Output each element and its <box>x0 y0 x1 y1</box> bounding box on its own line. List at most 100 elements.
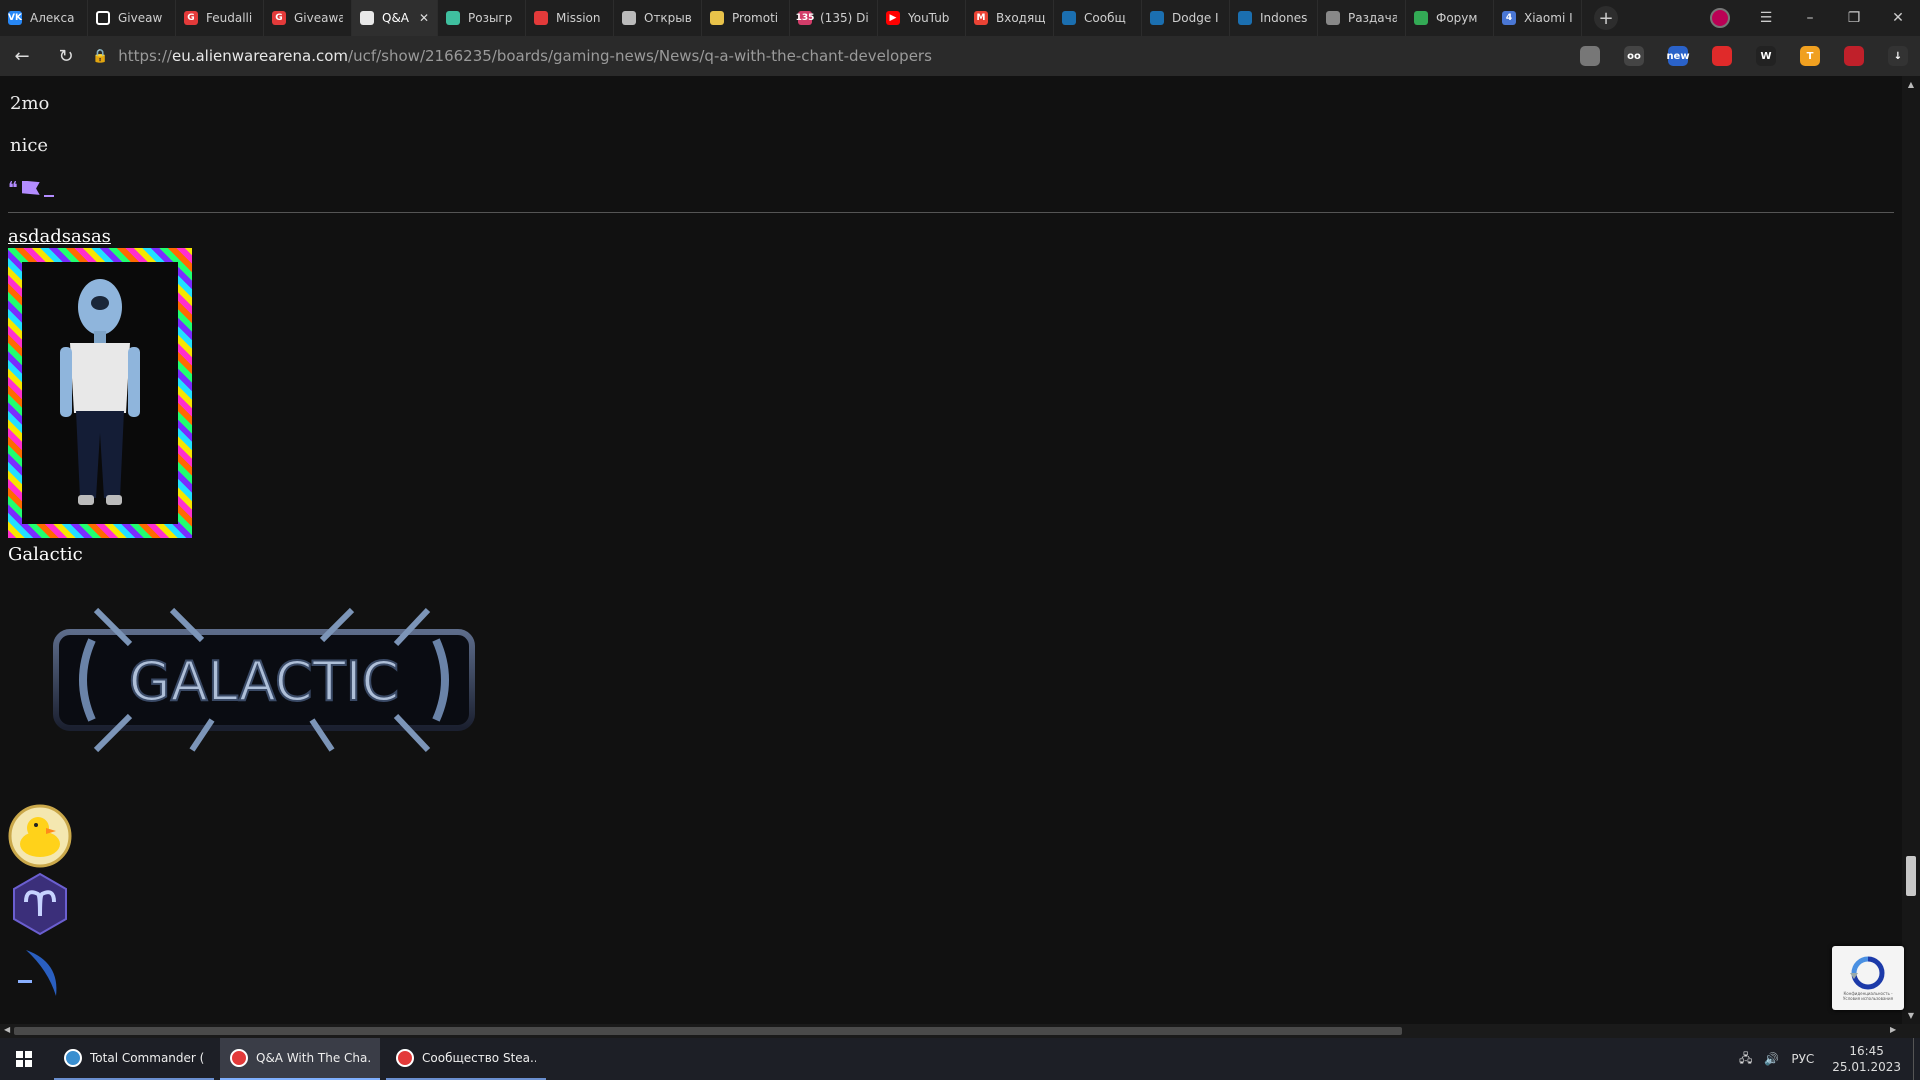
minimize-button[interactable]: – <box>1788 10 1832 26</box>
hand-icon-glyph <box>1712 46 1732 66</box>
tab-9[interactable]: 135 (135) Di <box>790 0 878 36</box>
tab-title: Mission <box>556 11 601 25</box>
tab-0[interactable]: VK Алекса <box>0 0 88 36</box>
tab-title: Открыв <box>644 11 692 25</box>
tab-title: Алекса <box>30 11 75 25</box>
red-extension-icon[interactable] <box>1832 46 1876 66</box>
address-bar[interactable]: https://eu.alienwarearena.com/ucf/show/2… <box>118 47 932 65</box>
horizontal-scrollbar[interactable]: ◀ ▶ <box>0 1024 1920 1038</box>
browser-tab-strip: VK Алекса Giveaw G Feudalli G Giveawa Q&A ✕ Розыг… <box>0 0 1920 36</box>
yandex-browser-icon <box>396 1049 414 1067</box>
tab-17[interactable]: 4 Xiaomi I <box>1494 0 1582 36</box>
back-button[interactable]: ← <box>0 46 44 67</box>
menu-icon[interactable]: ☰ <box>1744 10 1788 26</box>
vertical-scrollbar[interactable]: ▲ ▼ <box>1902 76 1920 1024</box>
scroll-up-arrow[interactable]: ▲ <box>1902 80 1920 89</box>
aries-trophy-icon[interactable] <box>8 872 72 936</box>
steam-icon <box>1062 11 1076 25</box>
taskbar-app-label: Сообщество Stea... <box>422 1051 536 1065</box>
volume-icon[interactable]: 🔊 <box>1764 1052 1779 1066</box>
tab-4[interactable]: Q&A ✕ <box>352 0 438 36</box>
mountain-icon <box>534 11 548 25</box>
four-icon: 4 <box>1502 11 1516 25</box>
show-desktop-button[interactable] <box>1913 1038 1920 1080</box>
taskbar-app-label: Total Commander (... <box>90 1051 204 1065</box>
scroll-left-arrow[interactable]: ◀ <box>4 1025 10 1034</box>
tab-14[interactable]: Indones <box>1230 0 1318 36</box>
vertical-scroll-thumb[interactable] <box>1906 856 1916 896</box>
reload-button[interactable]: ↻ <box>44 46 88 67</box>
mask-icon[interactable]: oo <box>1612 46 1656 66</box>
url-domain: eu.alienwarearena.com <box>171 47 349 65</box>
post-age: 2mo <box>10 93 50 114</box>
tab-11[interactable]: M Входящ <box>966 0 1054 36</box>
leaf-icon <box>1414 11 1428 25</box>
youtube-icon: ▶ <box>886 11 900 25</box>
tab-13[interactable]: Dodge I <box>1142 0 1230 36</box>
lock-icon[interactable]: 🔒 <box>92 49 108 64</box>
tab-title: Раздача <box>1348 11 1397 25</box>
tab-7[interactable]: Открыв <box>614 0 702 36</box>
clock[interactable]: 16:45 25.01.2023 <box>1832 1043 1901 1075</box>
close-tab-icon[interactable]: ✕ <box>419 11 429 25</box>
profile-avatar-icon[interactable] <box>1710 8 1730 28</box>
bookmark-icon[interactable] <box>1568 46 1612 66</box>
report-flag-icon[interactable] <box>21 180 40 195</box>
network-icon[interactable]: 🖧 <box>1739 1049 1752 1070</box>
tab-1[interactable]: Giveaw <box>88 0 176 36</box>
taskbar-app-2[interactable]: Сообщество Stea... <box>386 1038 546 1080</box>
start-button[interactable] <box>0 1038 48 1080</box>
w-icon[interactable]: W <box>1744 46 1788 66</box>
t-icon-glyph: T <box>1800 46 1820 66</box>
extension-toolbar: oo new W T ↓ <box>1568 36 1920 76</box>
username-link[interactable]: asdadsasas <box>8 226 111 247</box>
t-icon[interactable]: T <box>1788 46 1832 66</box>
scroll-right-arrow[interactable]: ▶ <box>1890 1025 1896 1034</box>
quote-icon[interactable]: ❝ <box>8 178 18 199</box>
recaptcha-badge[interactable]: Конфиденциальность - Условия использован… <box>1832 946 1904 1010</box>
tab-6[interactable]: Mission <box>526 0 614 36</box>
tab-2[interactable]: G Feudalli <box>176 0 264 36</box>
steam-icon <box>1238 11 1252 25</box>
tab-title: Форум <box>1436 11 1478 25</box>
tab-16[interactable]: Форум <box>1406 0 1494 36</box>
rubber-duck-trophy-icon[interactable] <box>8 804 72 868</box>
hand-icon[interactable] <box>1700 46 1744 66</box>
tab-title: Promoti <box>732 11 779 25</box>
tab-3[interactable]: G Giveawa <box>264 0 352 36</box>
taskbar-apps: Total Commander (... Q&A With The Cha... С… <box>48 1038 546 1080</box>
new-tab-button[interactable]: + <box>1594 6 1618 30</box>
restore-button[interactable]: ❐ <box>1832 10 1876 26</box>
tab-title: Giveaw <box>118 11 163 25</box>
url-prefix: https:// <box>118 47 172 65</box>
steam-icon <box>1150 11 1164 25</box>
galactic-badge-icon: GALACTIC <box>53 607 475 753</box>
system-tray: 🖧 🔊 РУС 16:45 25.01.2023 <box>1739 1038 1920 1080</box>
tab-8[interactable]: Promoti <box>702 0 790 36</box>
clock-date: 25.01.2023 <box>1832 1060 1901 1074</box>
recaptcha-icon <box>1850 956 1885 990</box>
tab-15[interactable]: Раздача <box>1318 0 1406 36</box>
blade-trophy-icon[interactable] <box>8 940 72 1004</box>
clock-time: 16:45 <box>1849 1044 1884 1058</box>
windows-logo-icon <box>16 1051 32 1067</box>
comment-text: nice <box>10 135 49 156</box>
tab-5[interactable]: Розыгр <box>438 0 526 36</box>
download-icon-glyph: ↓ <box>1888 46 1908 66</box>
download-icon[interactable]: ↓ <box>1876 46 1920 66</box>
comment-divider <box>8 212 1894 213</box>
tab-title: Dodge I <box>1172 11 1219 25</box>
horizontal-scroll-thumb[interactable] <box>14 1027 1402 1035</box>
taskbar-app-0[interactable]: Total Commander (... <box>54 1038 214 1080</box>
tab-10[interactable]: ▶ YouTub <box>878 0 966 36</box>
close-window-button[interactable]: ✕ <box>1876 10 1920 26</box>
taskbar-app-1[interactable]: Q&A With The Cha... <box>220 1038 380 1080</box>
tab-12[interactable]: Сообщ <box>1054 0 1142 36</box>
mask-icon-glyph: oo <box>1624 46 1644 66</box>
underline-mark <box>43 194 54 197</box>
alien-character-icon <box>60 279 140 505</box>
new-badge-icon[interactable]: new <box>1656 46 1700 66</box>
user-avatar-frame[interactable] <box>8 248 192 538</box>
scroll-down-arrow[interactable]: ▼ <box>1902 1011 1920 1020</box>
language-indicator[interactable]: РУС <box>1791 1052 1814 1066</box>
